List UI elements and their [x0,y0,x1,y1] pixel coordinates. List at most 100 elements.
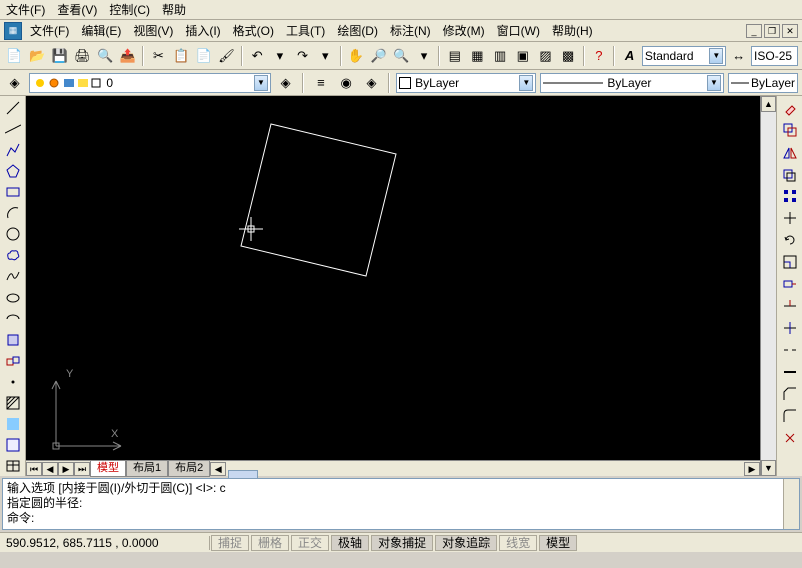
zoom-prev-icon[interactable]: 🔍 [391,45,412,67]
textstyle-icon[interactable]: A [619,45,640,67]
move-icon[interactable] [779,208,801,228]
linetype-dropdown[interactable]: ByLayer ▼ [540,73,724,93]
dc-icon[interactable]: ▦ [467,45,488,67]
tab-layout2[interactable]: 布局2 [168,461,210,477]
cmd-prompt[interactable]: 命令: [7,511,795,526]
arc-icon[interactable] [2,204,24,223]
mirror-icon[interactable] [779,142,801,162]
menu2-insert[interactable]: 插入(I) [181,20,224,41]
gradient-icon[interactable] [2,415,24,434]
coords-display[interactable]: 590.9512, 685.7115 , 0.0000 [0,536,210,550]
tab-layout1[interactable]: 布局1 [126,461,168,477]
save-icon[interactable]: 💾 [49,45,70,67]
chamfer-icon[interactable] [779,384,801,404]
publish-icon[interactable]: 📤 [117,45,138,67]
minimize-button[interactable]: _ [746,24,762,38]
menu-help[interactable]: 帮助 [162,1,186,18]
block-icon[interactable] [2,351,24,370]
markup-icon[interactable]: ▨ [535,45,556,67]
stretch-icon[interactable] [779,274,801,294]
tab-first-icon[interactable]: ⏮ [26,462,42,476]
ellipse-icon[interactable] [2,288,24,307]
ellipsearc-icon[interactable] [2,309,24,328]
copy-icon[interactable]: 📋 [171,45,192,67]
cut-icon[interactable]: ✂ [148,45,169,67]
open-icon[interactable]: 📂 [27,45,48,67]
ortho-toggle[interactable]: 正交 [291,535,329,551]
new-icon[interactable]: 📄 [4,45,25,67]
undo-dd-icon[interactable]: ▾ [270,45,291,67]
line-icon[interactable] [2,98,24,117]
dimstyle-icon[interactable]: ↔ [728,45,749,67]
tab-next-icon[interactable]: ▶ [58,462,74,476]
grid-toggle[interactable]: 栅格 [251,535,289,551]
hscroll-left-icon[interactable]: ◀ [210,462,226,476]
model-toggle[interactable]: 模型 [539,535,577,551]
paste-icon[interactable]: 📄 [194,45,215,67]
print-icon[interactable]: 🖨 [72,45,93,67]
match-icon[interactable]: 🖌 [216,45,237,67]
zoom-win-icon[interactable]: ▾ [414,45,435,67]
drawing-area[interactable]: Y X ⏮ ◀ ▶ ⏭ 模型 布局1 布局2 ◀ ▶ [26,96,760,476]
undo-icon[interactable]: ↶ [247,45,268,67]
layer-states-icon[interactable]: ≡ [310,72,331,94]
ssm-icon[interactable]: ▣ [512,45,533,67]
fillet-icon[interactable] [779,406,801,426]
extend-icon[interactable] [779,318,801,338]
trim-icon[interactable] [779,296,801,316]
explode-icon[interactable] [779,428,801,448]
rotate-icon[interactable] [779,230,801,250]
break-icon[interactable] [779,340,801,360]
layer-manager-icon[interactable]: ◈ [4,72,25,94]
restore-button[interactable]: ❐ [764,24,780,38]
layer-dropdown[interactable]: 0 ▼ [29,73,271,93]
rectangle-icon[interactable] [2,182,24,201]
menu2-dim[interactable]: 标注(N) [386,20,435,41]
array-icon[interactable] [779,186,801,206]
insert-icon[interactable] [2,330,24,349]
zoom-rt-icon[interactable]: 🔎 [368,45,389,67]
calc-icon[interactable]: ▩ [558,45,579,67]
offset-icon[interactable] [779,164,801,184]
tab-model[interactable]: 模型 [90,461,126,477]
region-icon[interactable] [2,436,24,455]
close-button[interactable]: ✕ [782,24,798,38]
table-icon[interactable] [2,457,24,476]
menu2-modify[interactable]: 修改(M) [439,20,489,41]
menu2-draw[interactable]: 绘图(D) [333,20,382,41]
cmd-scrollbar[interactable] [783,479,799,529]
layer-iso-icon[interactable]: ◉ [336,72,357,94]
xline-icon[interactable] [2,119,24,138]
pan-icon[interactable]: ✋ [346,45,367,67]
hscroll-right-icon[interactable]: ▶ [744,462,760,476]
menu2-tools[interactable]: 工具(T) [282,20,329,41]
revcloud-icon[interactable] [2,246,24,265]
command-window[interactable]: 输入选项 [内接于圆(I)/外切于圆(C)] <I>: c 指定圆的半径: 命令… [2,478,800,530]
hatch-icon[interactable] [2,394,24,413]
tab-prev-icon[interactable]: ◀ [42,462,58,476]
menu2-help[interactable]: 帮助(H) [548,20,597,41]
snap-toggle[interactable]: 捕捉 [211,535,249,551]
help-icon[interactable]: ? [589,45,610,67]
textstyle-dropdown[interactable]: Standard ▼ [642,46,726,66]
menu-file[interactable]: 文件(F) [6,1,45,18]
redo-dd-icon[interactable]: ▾ [315,45,336,67]
tab-last-icon[interactable]: ⏭ [74,462,90,476]
layer-prev-icon[interactable]: ◈ [275,72,296,94]
menu2-format[interactable]: 格式(O) [229,20,278,41]
menu2-window[interactable]: 窗口(W) [493,20,544,41]
redo-icon[interactable]: ↷ [292,45,313,67]
drawing-canvas[interactable] [26,96,756,460]
lwt-toggle[interactable]: 线宽 [499,535,537,551]
tp-icon[interactable]: ▥ [490,45,511,67]
polar-toggle[interactable]: 极轴 [331,535,369,551]
circle-icon[interactable] [2,225,24,244]
join-icon[interactable] [779,362,801,382]
menu2-edit[interactable]: 编辑(E) [77,20,125,41]
copy-icon[interactable] [779,120,801,140]
menu2-file[interactable]: 文件(F) [26,20,73,41]
erase-icon[interactable] [779,98,801,118]
vscroll-up-icon[interactable]: ▲ [761,96,776,112]
v-scrollbar[interactable]: ▲ ▼ [760,96,776,476]
menu2-view[interactable]: 视图(V) [129,20,177,41]
